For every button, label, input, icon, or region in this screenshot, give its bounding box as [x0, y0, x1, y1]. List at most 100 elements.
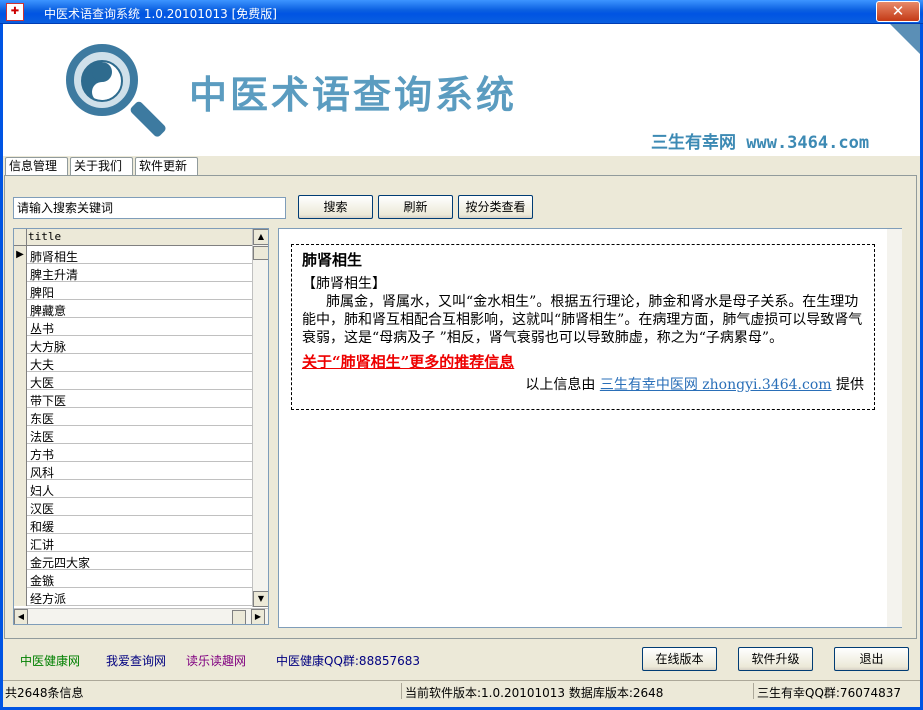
row-indicator: [14, 426, 27, 444]
record-count: 共2648条信息: [5, 686, 84, 700]
row-indicator: [14, 354, 27, 372]
horizontal-scrollbar[interactable]: ◀ ▶: [14, 608, 268, 624]
table-row[interactable]: 东医: [14, 408, 252, 426]
row-title: 脾藏意: [30, 304, 67, 318]
row-indicator: [14, 480, 27, 498]
brand-title: 中医术语查询系统: [189, 73, 518, 117]
table-row[interactable]: 丛书: [14, 318, 252, 336]
row-indicator: [14, 444, 27, 462]
row-indicator: [14, 552, 27, 570]
row-indicator: [14, 588, 27, 606]
table-row[interactable]: 大夫: [14, 354, 252, 372]
table-row[interactable]: 大医: [14, 372, 252, 390]
search-button[interactable]: 搜索: [298, 195, 373, 219]
row-title: 金元四大家: [30, 556, 91, 570]
tab-software-update[interactable]: 软件更新: [135, 157, 198, 175]
row-indicator: [14, 534, 27, 552]
online-version-button[interactable]: 在线版本: [642, 647, 717, 671]
qq-group-label: 中医健康QQ群:88857683: [276, 654, 421, 668]
detail-box: 肺肾相生 【肺肾相生】 肺属金，肾属水，又叫“金水相生”。根据五行理论，肺金和肾…: [291, 244, 875, 410]
row-title: 大夫: [30, 358, 55, 372]
footer-link-reading[interactable]: 读乐读趣网: [186, 652, 246, 669]
row-indicator: [14, 264, 27, 282]
table-row[interactable]: 大方脉: [14, 336, 252, 354]
upgrade-button[interactable]: 软件升级: [738, 647, 813, 671]
corner-decoration: [890, 24, 920, 54]
tab-about-us[interactable]: 关于我们: [70, 157, 133, 175]
row-title: 方书: [30, 448, 55, 462]
scroll-down-icon[interactable]: ▼: [253, 591, 268, 607]
scroll-up-icon[interactable]: ▲: [253, 229, 268, 245]
table-row[interactable]: 脾藏意: [14, 300, 252, 318]
table-row[interactable]: 风科: [14, 462, 252, 480]
row-title: 法医: [30, 430, 55, 444]
table-row[interactable]: 汉医: [14, 498, 252, 516]
version-info: 当前软件版本:1.0.20101013 数据库版本:2648: [405, 686, 664, 700]
row-indicator: [14, 408, 27, 426]
scroll-right-icon[interactable]: ▶: [251, 609, 265, 624]
source-link[interactable]: 三生有幸中医网 zhongyi.3464.com: [600, 377, 832, 393]
refresh-button[interactable]: 刷新: [378, 195, 453, 219]
column-header-title[interactable]: title: [28, 230, 61, 243]
source-line: 以上信息由 三生有幸中医网 zhongyi.3464.com 提供: [302, 374, 864, 394]
scroll-thumb[interactable]: [253, 246, 268, 260]
row-indicator: [14, 282, 27, 300]
qq-info: 三生有幸QQ群:76074837: [757, 686, 902, 700]
row-title: 肺肾相生: [30, 250, 79, 264]
table-row[interactable]: 和缓: [14, 516, 252, 534]
magnifier-handle: [129, 100, 168, 139]
scroll-left-icon[interactable]: ◀: [14, 609, 28, 624]
banner: 中医术语查询系统 三生有幸网 www.3464.com: [3, 24, 920, 156]
vertical-scrollbar[interactable]: ▲ ▼: [252, 229, 268, 607]
row-indicator: [14, 318, 27, 336]
app-icon: ✚: [6, 3, 24, 21]
close-button[interactable]: ✕: [876, 1, 920, 22]
row-title: 东医: [30, 412, 55, 426]
row-title: 和缓: [30, 520, 55, 534]
term-grid[interactable]: title ▶ 肺肾相生 脾主升清 脾阳 脾藏意 丛书 大方脉 大夫 大医 带下医 东医 法医 方书 风科…: [13, 228, 269, 625]
grid-rows: ▶ 肺肾相生 脾主升清 脾阳脾藏意丛书大方脉大夫 大医带下医东医法医方书风科妇人汉医和缓…: [14, 246, 252, 606]
title-bar: ✚ 中医术语查询系统 1.0.20101013 [免费版] ✕: [0, 0, 923, 24]
row-title: 丛书: [30, 322, 55, 336]
row-title: 金镞: [30, 574, 55, 588]
row-indicator: [14, 498, 27, 516]
table-row[interactable]: 脾主升清: [14, 264, 252, 282]
row-title: 妇人: [30, 484, 55, 498]
search-input[interactable]: 请输入搜索关键词: [13, 197, 286, 219]
footer-link-health[interactable]: 中医健康网: [20, 652, 80, 669]
table-row[interactable]: 汇讲: [14, 534, 252, 552]
hscroll-thumb[interactable]: [232, 610, 246, 624]
table-row[interactable]: 方书: [14, 444, 252, 462]
row-title: 汉医: [30, 502, 55, 516]
yin-yang-icon: [81, 60, 123, 102]
footer-link-query[interactable]: 我爱查询网: [106, 652, 166, 669]
row-indicator: ▶: [14, 246, 27, 264]
detail-viewer[interactable]: 肺肾相生 【肺肾相生】 肺属金，肾属水，又叫“金水相生”。根据五行理论，肺金和肾…: [278, 228, 902, 628]
more-info-link[interactable]: 关于“肺肾相生”更多的推荐信息: [302, 351, 864, 372]
exit-button[interactable]: 退出: [834, 647, 909, 671]
row-title: 大方脉: [30, 340, 67, 354]
row-indicator: [14, 372, 27, 390]
table-row[interactable]: 法医: [14, 426, 252, 444]
detail-title: 肺肾相生: [302, 251, 363, 269]
row-title: 风科: [30, 466, 55, 480]
table-row[interactable]: 妇人: [14, 480, 252, 498]
tab-info-management[interactable]: 信息管理: [5, 157, 68, 175]
window-title: 中医术语查询系统 1.0.20101013 [免费版]: [44, 7, 277, 21]
row-indicator: [14, 462, 27, 480]
row-indicator: [14, 336, 27, 354]
table-row[interactable]: 带下医: [14, 390, 252, 408]
detail-body: 肺属金，肾属水，又叫“金水相生”。根据五行理论，肺金和肾水是母子关系。在生理功能…: [302, 294, 863, 346]
row-indicator: [14, 516, 27, 534]
table-row[interactable]: ▶ 肺肾相生: [14, 246, 252, 264]
viewer-scrollbar[interactable]: [887, 229, 902, 627]
row-title: 经方派: [30, 592, 67, 606]
table-row[interactable]: 脾阳: [14, 282, 252, 300]
grid-header: title: [14, 229, 252, 246]
brand-site: 三生有幸网 www.3464.com: [651, 133, 870, 153]
table-row[interactable]: 金元四大家: [14, 552, 252, 570]
table-row[interactable]: 经方派: [14, 588, 252, 606]
table-row[interactable]: 金镞: [14, 570, 252, 588]
category-view-button[interactable]: 按分类查看: [458, 195, 533, 219]
row-title: 带下医: [30, 394, 67, 408]
